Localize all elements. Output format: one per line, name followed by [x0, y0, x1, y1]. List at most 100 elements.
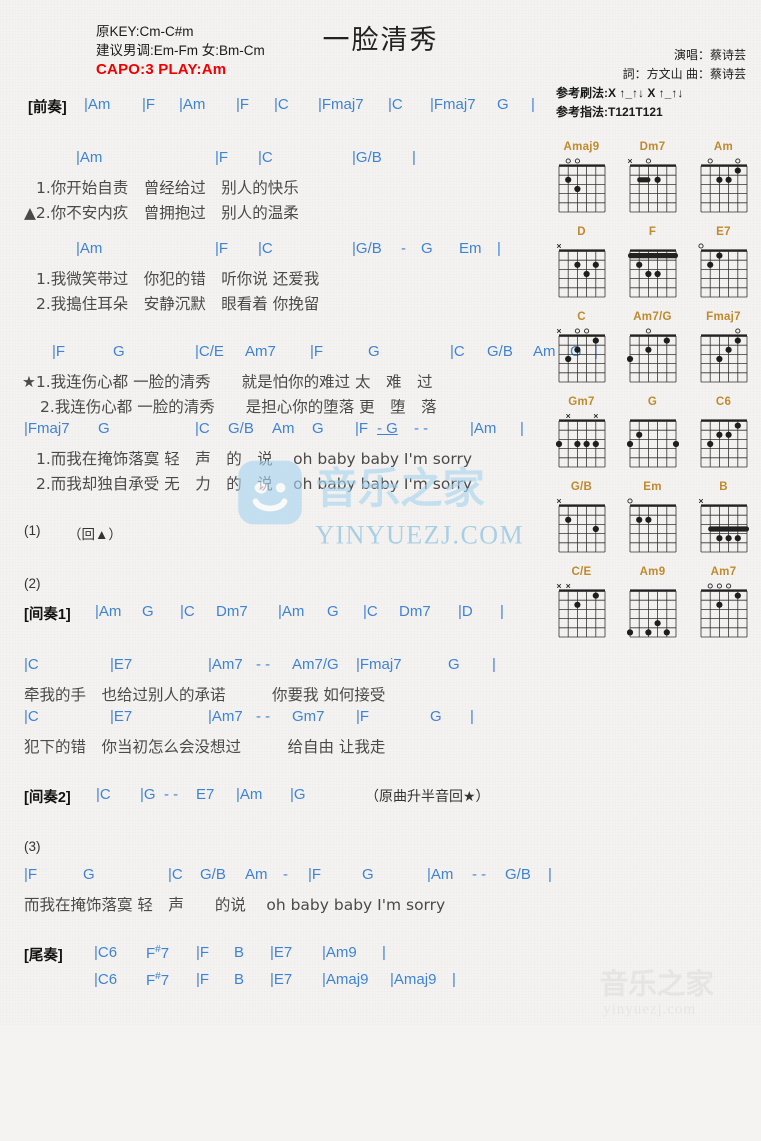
chord-token: |F [310, 343, 324, 360]
chord-token: |C [24, 708, 39, 725]
chord-token: G/B [505, 866, 531, 883]
chord-diagram-grid [700, 328, 747, 383]
lyric-text: 2.而我却独自承受 无 力 的 说 oh baby baby I'm sorry [36, 475, 472, 493]
interlude2-chord-line: [间奏2] |C |G - - E7 |Am |G （原曲升半音回★） [0, 786, 545, 813]
chord-diagram-b: B [688, 480, 759, 565]
chord-token: Am [272, 420, 295, 437]
chord-diagram-grid [556, 498, 605, 553]
chord-diagram-dm7: Dm7 [617, 140, 688, 225]
chord-token: |Am [236, 786, 263, 803]
chord-token: | [382, 944, 386, 961]
chord-token: | [520, 420, 524, 437]
lyric-text: 犯下的错 你当初怎么会没想过 给自由 让我走 [24, 738, 386, 756]
chord-token: | [452, 971, 456, 988]
chord-diagram-d: D [546, 225, 617, 310]
chord-token: |Fmaj7 [318, 96, 364, 113]
chord-diagram-grid [626, 328, 676, 383]
chord-token: |Am7 [208, 708, 243, 725]
chord-token: | [500, 603, 504, 620]
chord-diagram-grid [556, 243, 605, 298]
chord-token: Gm7 [292, 708, 325, 725]
chord-token: G [83, 866, 95, 883]
chord-token: E7 [196, 786, 215, 803]
chord-diagram-name: B [719, 481, 728, 493]
chord-token: |Am [278, 603, 305, 620]
chord-diagram-grid [626, 419, 679, 468]
chord-diagram-am: Am [688, 140, 759, 225]
interlude2-note: （原曲升半音回★） [365, 789, 490, 805]
repeat-marker-3: (3) [0, 839, 545, 866]
chord-diagram-grid [626, 589, 676, 638]
chord-token: |C [388, 96, 403, 113]
chord-token: |Am7 [208, 656, 243, 673]
chord-token: |F [215, 240, 229, 257]
chord-token: - - [164, 786, 179, 803]
chord-token: |E7 [110, 656, 133, 673]
chord-token: |C [24, 656, 39, 673]
repeat-marker-2: (2) [0, 576, 545, 603]
chord-token: | [492, 656, 496, 673]
chord-diagram-c6: C6 [688, 395, 759, 480]
chord-token: |Fmaj7 [24, 420, 70, 437]
chord-token: |C [195, 420, 210, 437]
chord-token: |E7 [270, 944, 293, 961]
chord-diagram-panel: Amaj9 Dm7 Am D F E7 C Am7/G Fmaj7 Gm7 G C6 G/B Em B C/E… [546, 140, 761, 650]
chord-diagram-name: Am9 [639, 566, 666, 578]
lyric-text: 2.我连伤心都 一脸的清秀 是担心你的堕落 更 堕 落 [40, 398, 437, 416]
chord-token: |F [215, 149, 229, 166]
chord-diagram-row: G/B Em B [546, 480, 761, 565]
chord-diagram-grid [627, 158, 676, 213]
chorus2-lyric-line-2: 2.而我却独自承受 无 力 的 说 oh baby baby I'm sorry [0, 472, 545, 497]
chord-diagram-grid [558, 158, 605, 213]
chord-diagram-f: F [617, 225, 688, 310]
chord-diagram-row: Amaj9 Dm7 Am [546, 140, 761, 225]
chord-token: G/B [200, 866, 226, 883]
chord-diagram-am7-g: Am7/G [617, 310, 688, 395]
chord-token: - [401, 240, 406, 257]
chord-token: G [421, 240, 433, 257]
chorus2-chord-line: |Fmaj7 G |C G/B Am G |F - G - - |Am | [0, 420, 545, 447]
chord-diagram-gm7: Gm7 [546, 395, 617, 480]
repeat-number: (2) [24, 576, 41, 591]
chord-token: | [470, 708, 474, 725]
writer-composer: 詞：方文山 曲：蔡诗芸 [622, 67, 746, 81]
chorus1-lyric-line-2: 2.我连伤心都 一脸的清秀 是担心你的堕落 更 堕 落 [0, 395, 545, 420]
chord-token: |G/B [352, 149, 382, 166]
chord-diagram-name: Gm7 [568, 396, 595, 408]
section-label-outro: [尾奏] [24, 948, 63, 964]
chord-diagram-am7: Am7 [688, 565, 759, 650]
chord-token: G [312, 420, 324, 437]
chord-token: |F [24, 866, 38, 883]
section-label-interlude1: [间奏1] [24, 607, 71, 623]
chord-token: |Am [76, 149, 103, 166]
chord-diagram-name: G/B [570, 481, 593, 493]
chord-diagram-row: D F E7 [546, 225, 761, 310]
final-chorus-chord-line: |F G |C G/B Am - |F G |Am - - G/B | [0, 866, 552, 893]
chord-diagram-row: C Am7/G Fmaj7 [546, 310, 761, 395]
section-label-intro: [前奏] [28, 100, 67, 116]
chord-diagram-name: C6 [715, 396, 732, 408]
watermark-corner-domain: yinyuezj.com [603, 1000, 696, 1017]
bridge1-lyric-line: 牵我的手 也给过别人的承诺 你要我 如何接受 [0, 683, 545, 708]
chord-diagram-name: Am [713, 141, 734, 153]
chord-diagram-grid [700, 419, 747, 468]
chord-diagram-row: Gm7 G C6 [546, 395, 761, 480]
chord-token: |F [308, 866, 322, 883]
verse1-lyric-line-2: ▲2.你不安内疚 曾拥抱过 别人的温柔 [0, 201, 545, 226]
chord-token: G/B [228, 420, 254, 437]
outro-chord-line-2: |C6 F#7 |F B |E7 |Amaj9 |Amaj9 | [0, 971, 545, 998]
chord-diagram-grid [700, 158, 747, 213]
chord-token: G [368, 343, 380, 360]
chord-token: |Am [76, 240, 103, 257]
chord-token: G [98, 420, 110, 437]
chord-diagram-fmaj7: Fmaj7 [688, 310, 759, 395]
chord-token: |E7 [110, 708, 133, 725]
chord-token: |C [168, 866, 183, 883]
chord-token: |Am [470, 420, 497, 437]
chord-diagram-c: C [546, 310, 617, 395]
watermark-corner: 音乐之家 yinyuezj.com [596, 963, 748, 1024]
chord-diagram-grid [556, 328, 605, 383]
chord-diagram-name: Am7/G [633, 311, 672, 323]
final-chorus-lyric-line: 而我在掩饰落寞 轻 声 的说 oh baby baby I'm sorry [0, 893, 545, 918]
chord-diagram-e7: E7 [688, 225, 759, 310]
